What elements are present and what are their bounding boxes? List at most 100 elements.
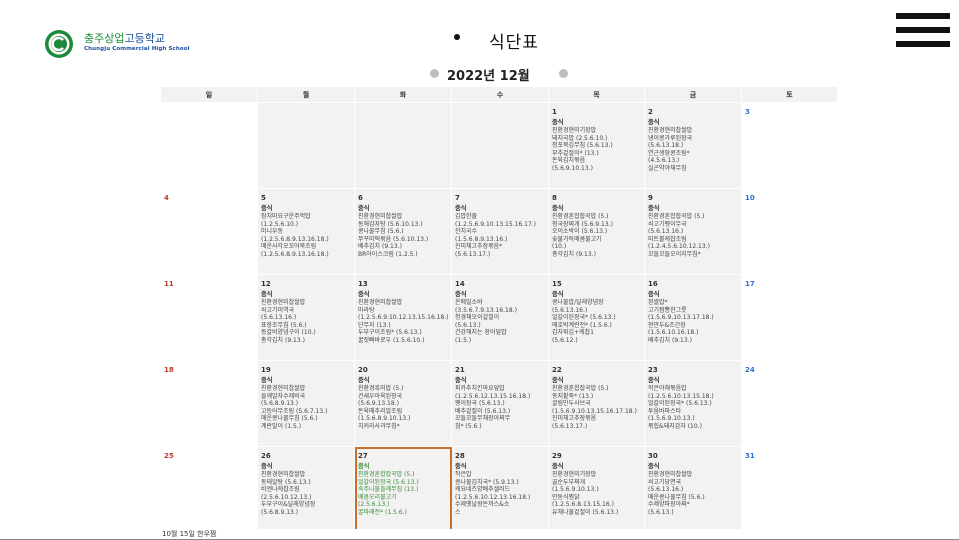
menu-item: 수제옛날왕돈까스&소 (455, 501, 510, 509)
title-bullet (454, 34, 460, 40)
calendar-day-7[interactable]: 7 중식 김밥한줄 (1.2.5.6.9.10.13.15.16.17.) 잔치국수 (1… (451, 188, 549, 275)
menu-item: 콩나물밥/달래양념장 (552, 299, 604, 306)
calendar-table: 일 월 화 수 목 금 토 1 중식 친환경현미기장밥 돼지국밥 (2.5.6.10.… (160, 86, 837, 529)
menu-item: 꼬들꼬들무채장아찌무 (455, 415, 511, 423)
meal-label: 중식 (455, 377, 467, 384)
calendar-day-20[interactable]: 20 중식 친환경흑미밥 (5.) 건새우아욱된장국 (5.6.9.13.18.) 돈육메… (354, 360, 452, 447)
menu-item: 실곤약야채무침 (648, 164, 687, 172)
meal-label: 중식 (552, 205, 564, 212)
menu-item: (1.5.6.10.16.18.) (648, 329, 699, 337)
calendar-day-24[interactable]: 24 (741, 360, 837, 447)
menu-item: 매운콩나물무침 (5.6.) (261, 415, 318, 423)
day-header-thursday: 목 (548, 86, 645, 103)
menu-item: (5.6.9.10.13.) (552, 164, 593, 172)
day-number: 7 (455, 194, 460, 202)
calendar-day-21[interactable]: 21 중식 피카추치킨마요덮밥 (1.2.5.6.12.13.15.16.18.) 팽이… (451, 360, 549, 447)
menu-item: (1.2.5.6.8.13.15.16.) (552, 501, 614, 509)
day-number: 4 (164, 194, 169, 202)
menu-item: 친환경혼합잡곡밥 (5.) (552, 385, 609, 392)
day-header-friday: 금 (644, 86, 742, 103)
calendar-day-27[interactable]: 27 중식 친환경혼합잡곡밥 (5.) 얼갈이된장국 (5.6.13.) 숙주나물들깨무… (354, 446, 452, 529)
meal-label: 중식 (358, 377, 370, 384)
calendar-week-row: 1 중식 친환경현미기장밥 돼지국밥 (2.5.6.10.) 청포묵김무침 (5.6.1… (160, 102, 837, 189)
menu-item: (1.5.6.8.9.10.13.) (358, 415, 411, 423)
menu-item: 두부구이조림* (5.6.13.) (358, 329, 422, 337)
menu-item: 볶힙&돼지감자 (10.) (648, 422, 702, 430)
calendar-day-4[interactable]: 4 (160, 188, 258, 275)
menu-item: 침* (5.6.) (455, 422, 482, 430)
calendar-day-16[interactable]: 16 중식 흰쌀밥* 고기짬뽕한그릇 (1.5.6.9.10.13.17.18.) 현만두… (644, 274, 742, 361)
hamburger-menu-icon[interactable] (896, 13, 950, 47)
calendar-day-19[interactable]: 19 중식 친환경현미찹쌀밥 들깨알자수제비국 (5.6.8.9.13.) 고등어무조림 … (257, 360, 355, 447)
calendar-day-9[interactable]: 9 중식 친환경혼합잡곡밥 (5.) 쇠고기팽이무국 (5.6.13.16.) 미트볼케찹… (644, 188, 742, 275)
menu-item: 쇠고기당면국 (648, 478, 682, 486)
menu-item: 친환경현미찹쌀밥 (261, 299, 306, 306)
menu-item: 친환경현미찹쌀밥 (648, 471, 693, 478)
calendar-day-14[interactable]: 14 중식 온메밀소바 (3.5.6.7.9.13.16.18.) 청경채오이겉절이 (5… (451, 274, 549, 361)
month-title: 2022년 12월 (447, 69, 530, 84)
calendar-day-2[interactable]: 2 중식 친환경현미찹쌀밥 냉이콩가루된장국 (5.6.13.18.) 연근생땅콩조림*(… (644, 102, 742, 189)
next-month-button[interactable] (559, 69, 568, 78)
calendar-empty-cell (354, 102, 452, 189)
calendar-day-23[interactable]: 23 중식 작은야채볶음밥 (1.2.5.6.10.13.15.18.) 얼갈이된장국*… (644, 360, 742, 447)
menu-item: 청포묵김무침 (5.6.13.) (552, 142, 613, 150)
calendar-day-5[interactable]: 5 중식 참치마요구운주먹밥 (1.2.5.6.10.) 미니우동 (1.2.5.6.8.… (257, 188, 355, 275)
meal-label: 중식 (358, 291, 370, 298)
meal-label: 중식 (261, 291, 273, 298)
day-header-monday: 월 (257, 86, 355, 103)
calendar-day-12[interactable]: 12 중식 친환경현미찹쌀밥 쇠고기미역국 (5.6.13.16.) 표장조무침 (5.6… (257, 274, 355, 361)
calendar-week-row: 11 12 중식 친환경현미찹쌀밥 쇠고기미역국 (5.6.13.16.) 표장조무침 (5… (160, 274, 837, 361)
menu-item: 오이소박이 (5.6.13.) (552, 228, 608, 236)
day-number: 14 (455, 280, 465, 288)
menu-item: 쇠고기팽이무국 (648, 220, 687, 228)
menu-item: (5.6.13.17.) (455, 250, 491, 258)
calendar-day-15[interactable]: 15 중식 콩나물밥/달래양념장 (5.6.13.16.) 얼갈이된장국* (5.6.1… (548, 274, 645, 361)
menu-item: 친환경현미찹쌀밥 (261, 385, 306, 392)
menu-item: 쇠고기미역국 (261, 306, 295, 314)
calendar-day-6[interactable]: 6 중식 친환경현미찹쌀밥 동해감자탕 (5.6.10.13.) 콩나물무침 (5.6.… (354, 188, 452, 275)
calendar-day-29[interactable]: 29 중식 친환경현미기장밥 골순두부찌개 (1.5.6.9.10.13.) 안동식찜닭(… (548, 446, 645, 529)
calendar-day-22[interactable]: 22 중식 친환경혼합잡곡밥 (5.) 동지팥죽* (13.) 굴림만두사브국 (1.5.… (548, 360, 645, 447)
menu-item: 친환경혼합잡곡밥 (5.) (358, 471, 415, 478)
calendar-day-1[interactable]: 1 중식 친환경현미기장밥 돼지국밥 (2.5.6.10.) 청포묵김무침 (5.6.1… (548, 102, 645, 189)
meal-label: 중식 (455, 205, 467, 212)
calendar-day-8[interactable]: 8 중식 친환경혼합잡곡밥 (5.) 청국장찌개 (5.6.9.13.) 오이소박이 (… (548, 188, 645, 275)
day-number: 8 (552, 194, 557, 202)
menu-item: 투움바파스타 (648, 407, 682, 415)
calendar-week-row: 18 19 중식 친환경현미찹쌀밥 들깨알자수제비국 (5.6.8.9.13.) 고등어무조… (160, 360, 837, 447)
menu-item: 골순두부찌개 (552, 478, 586, 486)
calendar-day-11[interactable]: 11 (160, 274, 258, 361)
menu-item: 친환경현미찹쌀밥 (358, 299, 403, 306)
day-number: 27 (358, 452, 368, 460)
calendar-day-30[interactable]: 30 중식 친환경현미찹쌀밥 쇠고기당면국 (5.6.13.16.) 매운콩나물무침 (5… (644, 446, 742, 529)
calendar-day-10[interactable]: 10 (741, 188, 837, 275)
menu-item: (5.6.12.) (552, 336, 578, 344)
calendar-week-row: 4 5 중식 참치마요구운주먹밥 (1.2.5.6.10.) 미니우동 (1.2.5.6.8… (160, 188, 837, 275)
calendar-day-13[interactable]: 13 중식 친환경현미찹쌀밥 마라탕 (1.2.5.6.9.10.12.13.15.16… (354, 274, 452, 361)
menu-item: 유채나물겉절이 (5.6.13.) (552, 508, 619, 516)
calendar-day-3[interactable]: 3 (741, 102, 837, 189)
calendar-day-18[interactable]: 18 (160, 360, 258, 447)
meal-label: 중식 (648, 205, 660, 212)
menu-item: 총각김치 (9.13.) (261, 336, 305, 344)
meal-label: 중식 (358, 463, 370, 470)
calendar-day-26[interactable]: 26 중식 친환경현미찹쌀밥 동태알탕 (5.6.13.) 비엔나케찹조림 (2.5.6.… (257, 446, 355, 529)
day-number: 23 (648, 366, 658, 374)
menu-item: 김밥한줄 (455, 213, 478, 220)
calendar-day-31[interactable]: 31 (741, 446, 837, 529)
menu-item: (1.2.5.6.9.10.12.13.15.16.18.) (358, 314, 449, 322)
menu-item: (5.6.8.9.13.) (261, 508, 299, 516)
calendar-day-28[interactable]: 28 중식 작은밥 콩나물김치국* (5.9.13.) 케요네즈양배추샐러드 (1.2.5… (451, 446, 549, 529)
menu-item: 두부구이&달래양념장 (261, 501, 316, 509)
previous-month-button[interactable] (430, 69, 439, 78)
meal-label: 중식 (358, 205, 370, 212)
day-number: 13 (358, 280, 368, 288)
menu-item: 감자튀김+케찹1 (552, 329, 594, 337)
calendar-week-row: 25 26 중식 친환경현미찹쌀밥 동태알탕 (5.6.13.) 비엔나케찹조림 (2.5.… (160, 446, 837, 529)
menu-item: 흰쌀밥* (648, 299, 668, 306)
calendar-day-25[interactable]: 25 (160, 446, 258, 529)
day-number: 17 (745, 280, 755, 288)
menu-item: 배추김치 (9.13.) (358, 243, 402, 251)
meal-label: 중식 (261, 463, 273, 470)
calendar-day-17[interactable]: 17 (741, 274, 837, 361)
